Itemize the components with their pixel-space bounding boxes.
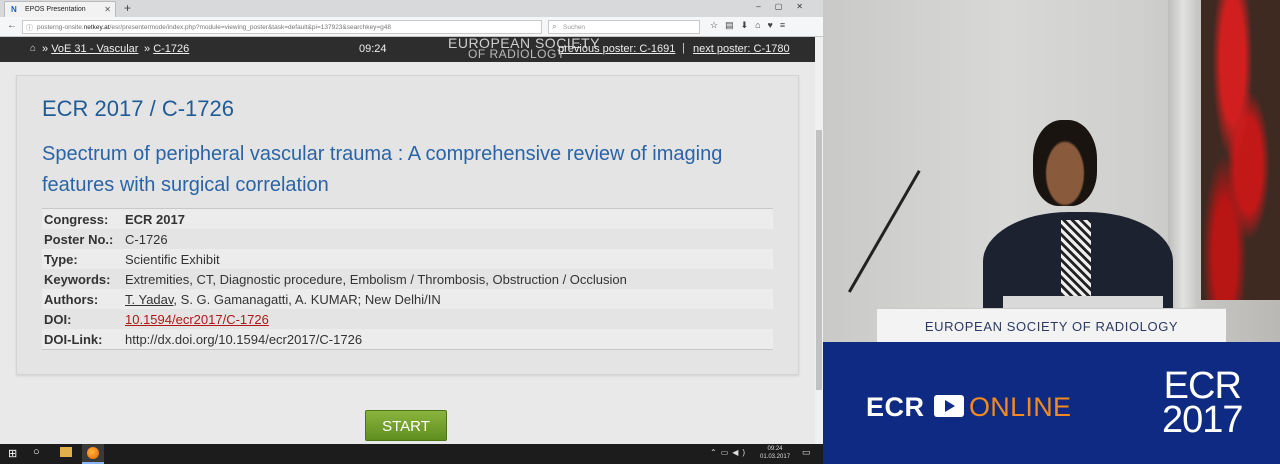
conference-room: EUROPEAN SOCIETY OF RADIOLOGY [823, 0, 1280, 342]
url-path: /esr/presentermode/index.php?module=view… [109, 24, 392, 31]
file-explorer-icon[interactable] [60, 447, 72, 457]
metadata-key: Congress: [44, 212, 109, 227]
scrollbar[interactable] [815, 37, 823, 444]
scrollbar-thumb[interactable] [816, 130, 822, 390]
metadata-key: Poster No.: [44, 232, 114, 247]
speaker-scarf [1061, 220, 1091, 300]
metadata-row-keywords: Keywords: Extremities, CT, Diagnostic pr… [42, 269, 773, 289]
navigation-bar: ← ⓘ posterng-onsite.netkey.at/esr/presen… [0, 17, 823, 37]
windows-start-icon[interactable]: ⊞ [8, 447, 17, 460]
flower-decoration [1201, 0, 1280, 300]
metadata-value: Extremities, CT, Diagnostic procedure, E… [125, 272, 627, 287]
next-poster-link[interactable]: next poster: C-1780 [693, 43, 790, 55]
url-domain: netkey.at [83, 24, 110, 31]
presentation-timer: 09:24 [359, 43, 387, 55]
authors-rest: , S. G. Gamanagatti, A. KUMAR; New Delhi… [173, 292, 441, 307]
windows-taskbar: ⊞ ○ ⌃▭◀) 09:24 01.03.2017 ▭ [0, 444, 823, 464]
metadata-value: C-1726 [125, 232, 168, 247]
system-tray-icons[interactable]: ⌃▭◀) [710, 448, 749, 457]
start-button[interactable]: START [365, 410, 447, 441]
metadata-value: Scientific Exhibit [125, 252, 220, 267]
ecr-big-word: ECR [1163, 365, 1242, 407]
firefox-logo-icon [87, 447, 99, 459]
ecr-2017-logo: ECR 2017 [1162, 365, 1244, 441]
breadcrumb-poster-link[interactable]: C-1726 [153, 43, 189, 55]
firefox-taskbar-icon[interactable] [82, 444, 104, 464]
tab-title: EPOS Presentation [25, 6, 86, 13]
search-icon: ⌕ [552, 22, 557, 31]
window-controls[interactable]: –▢✕ [756, 2, 817, 11]
taskbar-clock[interactable]: 09:24 01.03.2017 [760, 445, 790, 461]
microphone [848, 170, 921, 293]
url-prefix: posterng-onsite. [37, 24, 84, 31]
nav-separator: | [682, 42, 685, 54]
breadcrumb-session-link[interactable]: VoE 31 - Vascular [51, 43, 138, 55]
clock-time: 09:24 [767, 446, 783, 452]
poster-info-card: ECR 2017 / C-1726 Spectrum of peripheral… [16, 75, 799, 375]
poster-metadata-table: Congress: ECR 2017 Poster No.: C-1726 Ty… [42, 208, 773, 350]
browser-screen: N EPOS Presentation ✕ + –▢✕ ← ⓘ posterng… [0, 0, 823, 464]
metadata-key: DOI: [44, 312, 72, 327]
play-icon [934, 395, 964, 417]
poster-title: ECR 2017 / C-1726 [42, 96, 234, 121]
tab-epos-presentation[interactable]: N EPOS Presentation ✕ [4, 1, 116, 17]
tab-strip: N EPOS Presentation ✕ + –▢✕ [0, 0, 823, 17]
toolbar-icons[interactable]: ☆▤⬇⌂♥≡ [710, 20, 792, 31]
metadata-row-type: Type: Scientific Exhibit [42, 249, 773, 269]
search-input[interactable]: ⌕ Suchen [548, 20, 700, 34]
ecr-online-banner: ECR ONLINE ECR 2017 [823, 342, 1280, 464]
speaker [983, 120, 1173, 322]
speaker-video-panel: EUROPEAN SOCIETY OF RADIOLOGY ECR ONLINE… [823, 0, 1280, 464]
podium-sign: EUROPEAN SOCIETY OF RADIOLOGY [877, 308, 1226, 342]
search-placeholder: Suchen [563, 24, 586, 31]
author-link[interactable]: T. Yadav [125, 292, 173, 307]
close-tab-icon[interactable]: ✕ [104, 5, 111, 14]
poster-subtitle: Spectrum of peripheral vascular trauma :… [42, 143, 723, 196]
notification-icon[interactable]: ▭ [802, 447, 811, 458]
previous-poster-link[interactable]: previous poster: C-1691 [558, 43, 675, 55]
metadata-row-doi-link: DOI-Link: http://dx.doi.org/10.1594/ecr2… [42, 329, 773, 349]
epos-favicon-icon: N [11, 5, 17, 14]
ecr-big-year: 2017 [1162, 399, 1244, 441]
info-icon: ⓘ [26, 25, 33, 32]
clock-date: 01.03.2017 [760, 454, 791, 460]
metadata-value: http://dx.doi.org/10.1594/ecr2017/C-1726 [125, 332, 363, 347]
metadata-row-poster-no: Poster No.: C-1726 [42, 229, 773, 249]
metadata-row-authors: Authors: T. Yadav, S. G. Gamanagatti, A.… [42, 289, 773, 309]
speaker-head [1033, 120, 1097, 206]
metadata-key: Type: [44, 252, 78, 267]
url-bar[interactable]: ⓘ posterng-onsite.netkey.at/esr/presente… [22, 20, 542, 34]
metadata-key: Keywords: [44, 272, 111, 287]
home-icon[interactable]: ⌂ [30, 43, 36, 54]
new-tab-button[interactable]: + [124, 1, 131, 15]
ecr-word: ECR [866, 392, 925, 422]
laptop [1003, 296, 1163, 308]
metadata-value: T. Yadav, S. G. Gamanagatti, A. KUMAR; N… [125, 292, 441, 307]
cortana-search-icon[interactable]: ○ [33, 446, 40, 458]
metadata-key: Authors: [44, 292, 99, 307]
doi-link[interactable]: 10.1594/ecr2017/C-1726 [125, 312, 269, 327]
back-arrow-icon[interactable]: ← [7, 20, 17, 31]
poster-navigation-bar: ⌂ » VoE 31 - Vascular » C-1726 09:24 EUR… [0, 36, 815, 62]
metadata-row-congress: Congress: ECR 2017 [42, 209, 773, 229]
breadcrumb-poster[interactable]: » C-1726 [144, 43, 189, 55]
metadata-value: ECR 2017 [125, 212, 185, 227]
metadata-key: DOI-Link: [44, 332, 103, 347]
breadcrumb-session[interactable]: » VoE 31 - Vascular [42, 43, 138, 55]
online-word: ONLINE [969, 392, 1072, 422]
metadata-row-doi: DOI: 10.1594/ecr2017/C-1726 [42, 309, 773, 329]
